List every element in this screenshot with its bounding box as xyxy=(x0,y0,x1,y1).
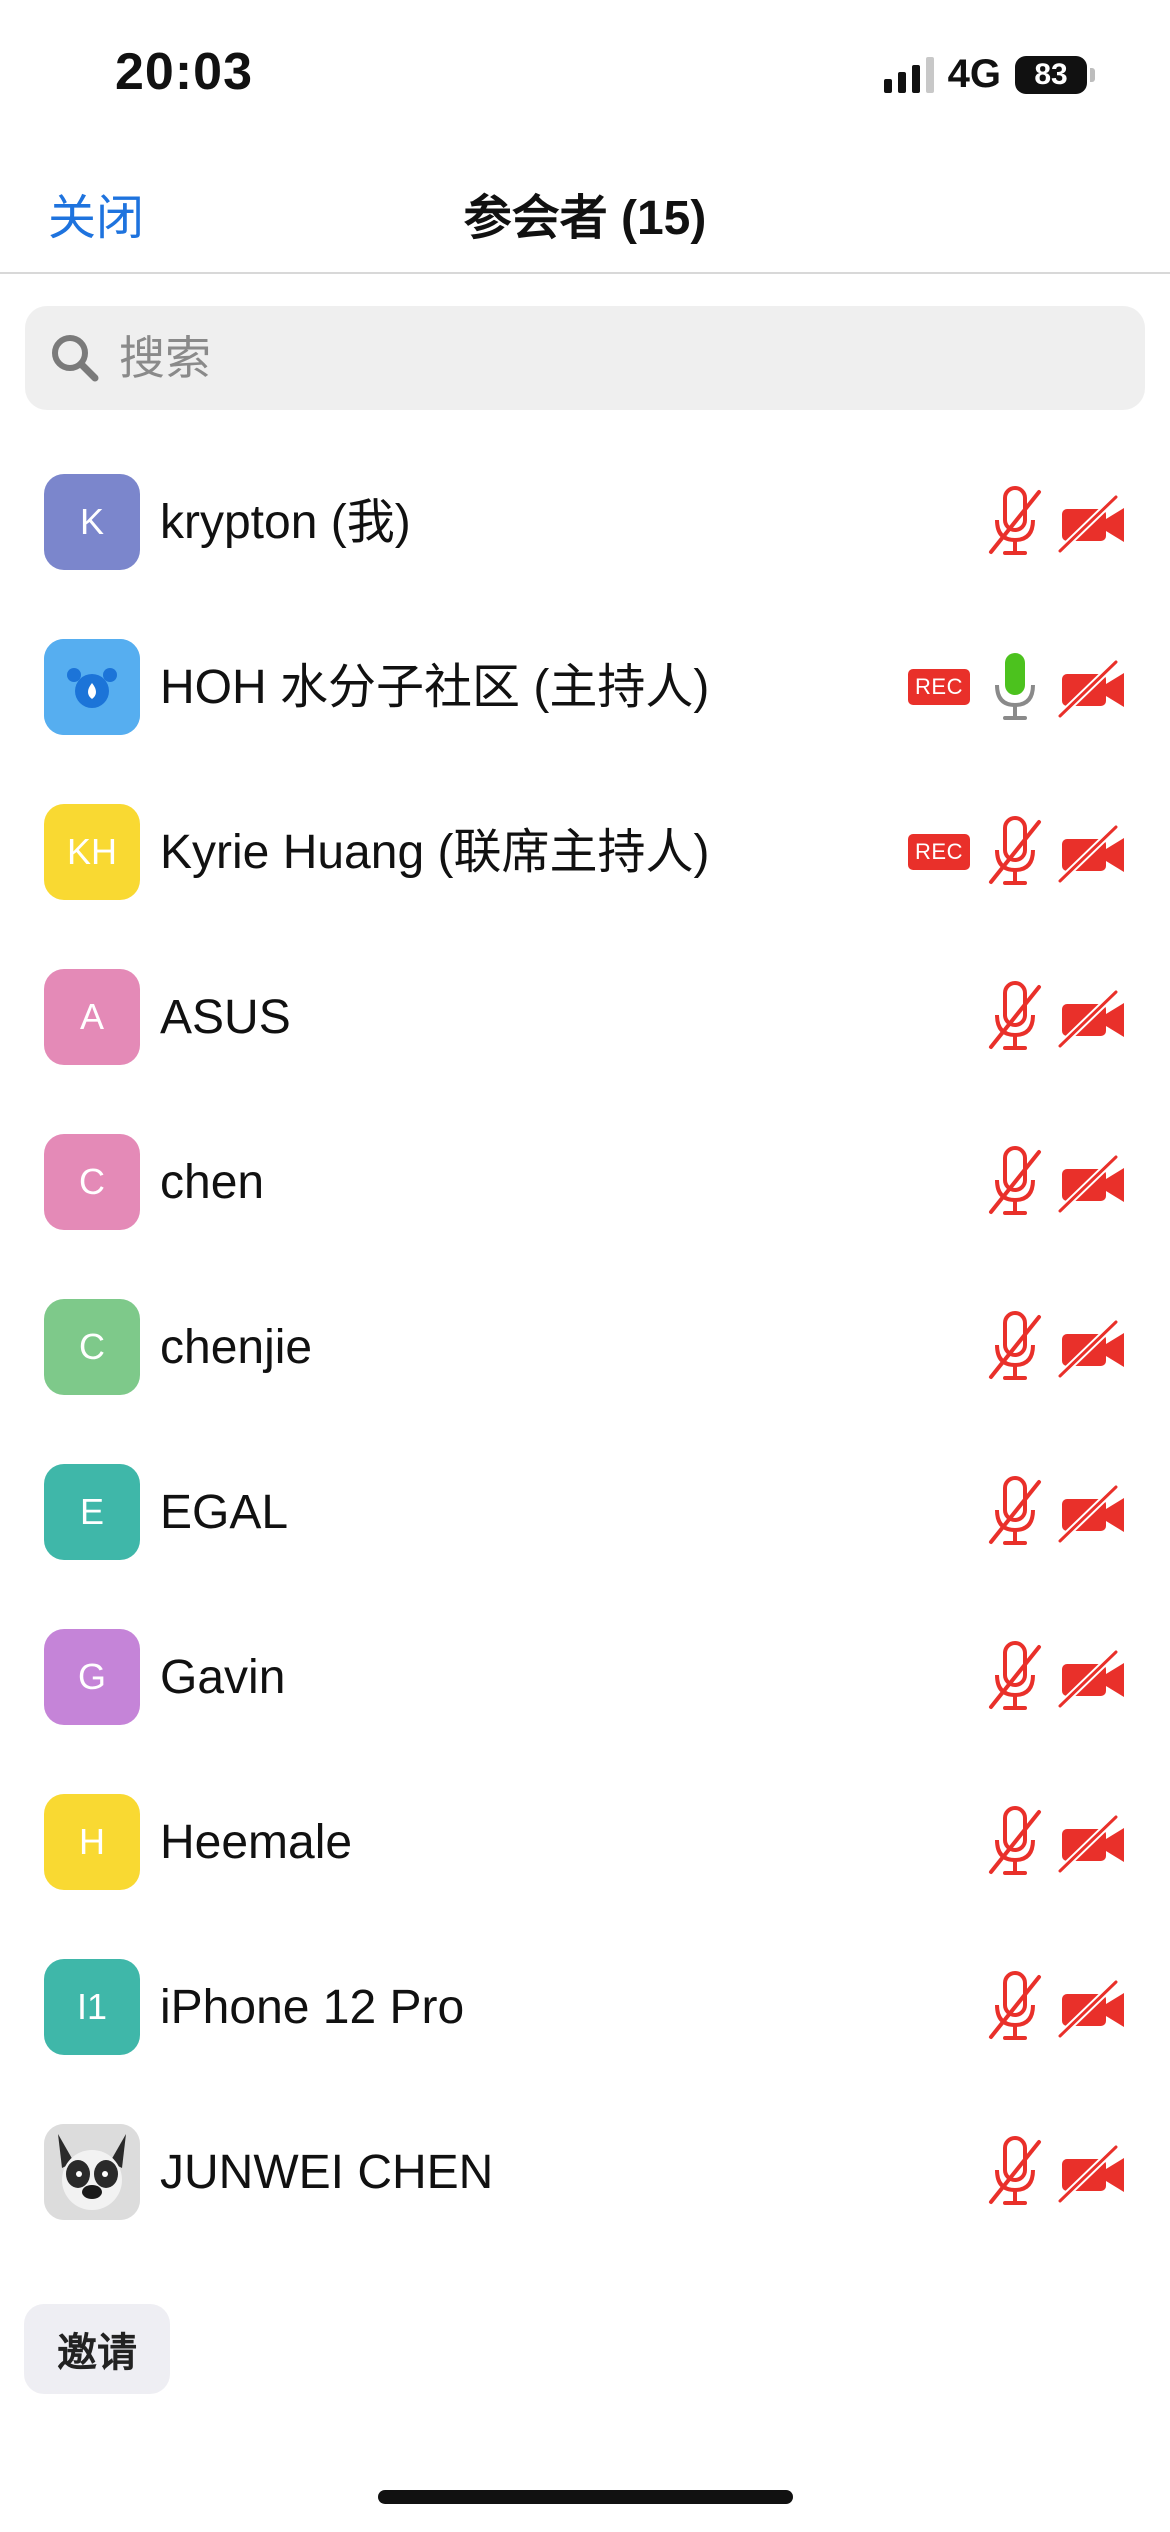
invite-button[interactable]: 邀请 xyxy=(24,2304,170,2394)
participant-row[interactable]: H Heemale xyxy=(0,1760,1170,1925)
video-off-icon[interactable] xyxy=(1058,1155,1128,1213)
participant-row[interactable]: HOH 水分子社区 (主持人) REC xyxy=(0,605,1170,770)
avatar-initials: E xyxy=(79,1491,104,1532)
video-off-icon[interactable] xyxy=(1058,1320,1128,1378)
participant-name: EGAL xyxy=(160,1486,289,1539)
participant-row[interactable]: K krypton (我) xyxy=(0,440,1170,605)
avatar: C xyxy=(44,1134,140,1230)
mic-muted-icon[interactable] xyxy=(985,2136,1045,2208)
participant-row[interactable]: A ASUS xyxy=(0,935,1170,1100)
video-off-icon[interactable] xyxy=(1058,660,1128,718)
avatar-initials: K xyxy=(79,501,104,542)
mic-active-icon[interactable] xyxy=(985,651,1045,723)
avatar: H xyxy=(44,1794,140,1890)
participant-name: Gavin xyxy=(160,1651,286,1704)
mic-muted-icon[interactable] xyxy=(985,981,1045,1053)
search-icon xyxy=(52,335,99,382)
status-time: 20:03 xyxy=(115,43,253,101)
video-off-icon[interactable] xyxy=(1058,1650,1128,1708)
recording-badge: REC xyxy=(908,834,970,870)
network-type: 4G xyxy=(947,52,1001,96)
status-bar: 20:03 4G 83 xyxy=(0,0,1170,150)
video-off-icon[interactable] xyxy=(1058,825,1128,883)
participant-row[interactable]: KH Kyrie Huang (联席主持人) REC xyxy=(0,770,1170,935)
participant-row[interactable]: JUNWEI CHEN xyxy=(0,2090,1170,2255)
nav-bar: 关闭 参会者 (15) xyxy=(0,150,1170,274)
video-off-icon[interactable] xyxy=(1058,495,1128,553)
search-input[interactable] xyxy=(117,330,1021,386)
participant-name: Heemale xyxy=(160,1816,353,1869)
participant-list: K krypton (我) HOH 水分子社区 (主持人) REC KH Kyr… xyxy=(0,440,1170,2255)
avatar: G xyxy=(44,1629,140,1725)
status-indicators: 4G 83 xyxy=(883,52,1095,97)
mic-muted-icon[interactable] xyxy=(985,1641,1045,1713)
participant-row[interactable]: C chen xyxy=(0,1100,1170,1265)
participant-name: Kyrie Huang (联席主持人) xyxy=(160,826,710,879)
avatar-initials: KH xyxy=(66,831,117,872)
battery-icon: 83 xyxy=(1015,55,1095,94)
mic-muted-icon[interactable] xyxy=(985,1311,1045,1383)
mic-muted-icon[interactable] xyxy=(985,1971,1045,2043)
participant-name: chenjie xyxy=(160,1321,313,1374)
home-indicator[interactable] xyxy=(378,2490,793,2504)
video-off-icon[interactable] xyxy=(1058,990,1128,1048)
dog-photo-icon xyxy=(44,2124,140,2220)
mic-muted-icon[interactable] xyxy=(985,1476,1045,1548)
avatar-initials: G xyxy=(77,1656,106,1697)
participant-row[interactable]: C chenjie xyxy=(0,1265,1170,1430)
avatar xyxy=(44,2124,140,2220)
battery-level: 83 xyxy=(1015,55,1087,94)
video-off-icon[interactable] xyxy=(1058,1485,1128,1543)
avatar: I1 xyxy=(44,1959,140,2055)
participant-name: chen xyxy=(160,1156,265,1209)
avatar-initials: C xyxy=(79,1326,105,1367)
video-off-icon[interactable] xyxy=(1058,2145,1128,2203)
recording-badge: REC xyxy=(908,669,970,705)
mic-muted-icon[interactable] xyxy=(985,1806,1045,1878)
avatar xyxy=(44,639,140,735)
participant-row[interactable]: I1 iPhone 12 Pro xyxy=(0,1925,1170,2090)
participant-name: krypton (我) xyxy=(160,496,411,549)
participant-name: HOH 水分子社区 (主持人) xyxy=(160,661,710,714)
participant-name: JUNWEI CHEN xyxy=(160,2146,494,2199)
avatar-initials: C xyxy=(79,1161,105,1202)
video-off-icon[interactable] xyxy=(1058,1815,1128,1873)
cellular-signal-icon xyxy=(883,56,934,93)
participant-row[interactable]: G Gavin xyxy=(0,1595,1170,1760)
mic-muted-icon[interactable] xyxy=(985,486,1045,558)
participant-name: ASUS xyxy=(160,991,291,1044)
search-bar[interactable] xyxy=(25,306,1145,410)
participant-name: iPhone 12 Pro xyxy=(160,1981,465,2034)
mic-muted-icon[interactable] xyxy=(985,816,1045,888)
video-off-icon[interactable] xyxy=(1058,1980,1128,2038)
participant-row[interactable]: E EGAL xyxy=(0,1430,1170,1595)
avatar-initials: A xyxy=(79,996,104,1037)
page-title: 参会者 (15) xyxy=(463,192,707,245)
avatar: C xyxy=(44,1299,140,1395)
avatar-initials: I1 xyxy=(76,1986,108,2027)
battery-tip xyxy=(1090,67,1095,82)
water-molecule-logo-icon xyxy=(44,639,140,735)
avatar-initials: H xyxy=(79,1821,105,1862)
avatar: KH xyxy=(44,804,140,900)
mic-muted-icon[interactable] xyxy=(985,1146,1045,1218)
avatar: E xyxy=(44,1464,140,1560)
avatar: A xyxy=(44,969,140,1065)
avatar: K xyxy=(44,474,140,570)
